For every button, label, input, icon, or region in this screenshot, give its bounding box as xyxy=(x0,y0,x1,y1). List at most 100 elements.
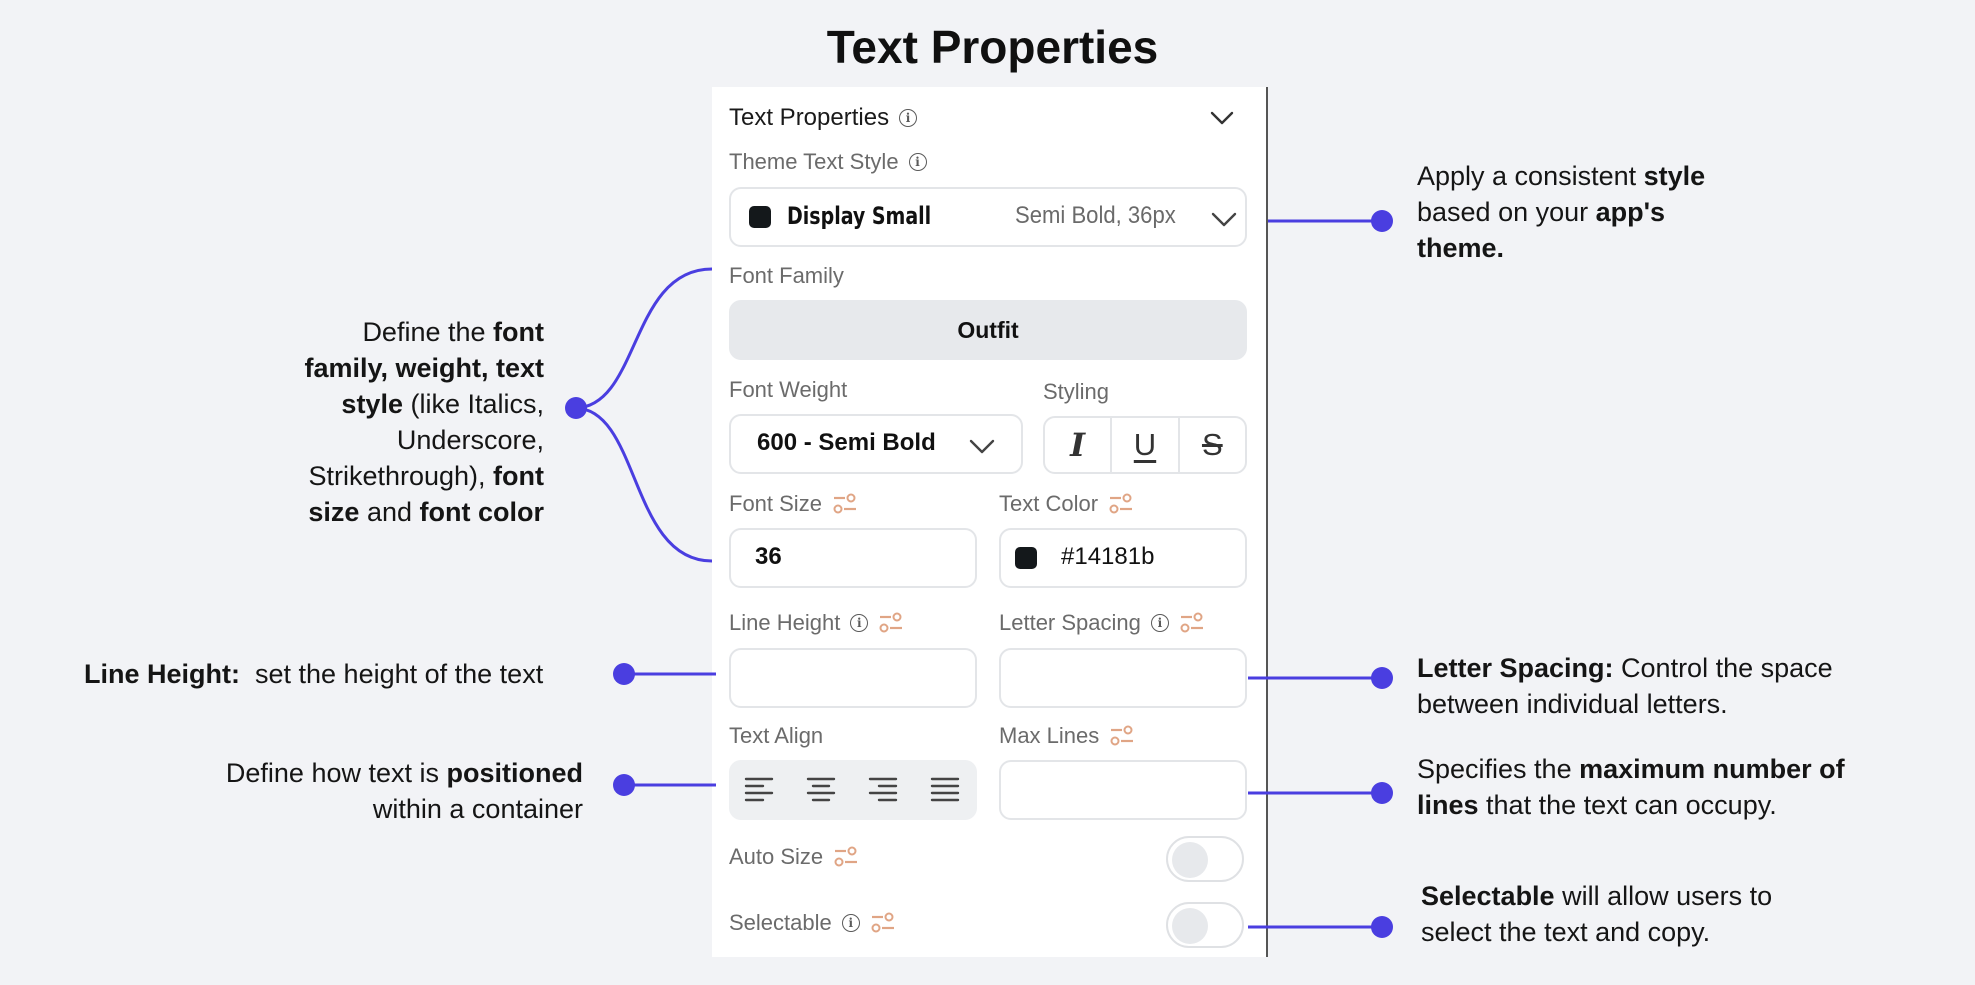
annotation-bold: lines xyxy=(1417,790,1479,820)
info-icon[interactable]: i xyxy=(850,614,869,632)
line-height-input[interactable] xyxy=(729,648,977,708)
annotation-text: Specifies the xyxy=(1417,754,1580,784)
font-weight-value: 600 - Semi Bold xyxy=(757,429,936,456)
annotation-text: Control the space xyxy=(1613,653,1833,683)
info-icon[interactable]: i xyxy=(1150,614,1169,632)
connector-dot-line-height xyxy=(613,663,635,685)
annotation-selectable: Selectable will allow users to select th… xyxy=(1421,878,1772,950)
chevron-down-icon xyxy=(969,439,995,454)
annotation-text: Define the xyxy=(362,317,494,347)
letter-spacing-input[interactable] xyxy=(999,648,1247,708)
annotation-text: between individual letters. xyxy=(1417,689,1728,719)
info-icon[interactable]: i xyxy=(899,109,918,127)
font-size-label-text: Font Size xyxy=(729,491,822,516)
toggle-knob xyxy=(1172,842,1208,878)
annotation-bold: maximum number of xyxy=(1579,754,1845,784)
line-height-label-text: Line Height xyxy=(729,610,841,635)
connector-dot-letter-spacing xyxy=(1371,667,1393,689)
align-justify-icon[interactable] xyxy=(929,774,961,806)
panel-header-title: Text Properties xyxy=(729,104,890,131)
annotation-text: set the height of the text xyxy=(240,659,544,689)
text-color-input[interactable]: #14181b xyxy=(999,528,1247,588)
connector-dot-selectable xyxy=(1371,916,1393,938)
info-icon[interactable]: i xyxy=(908,153,927,171)
align-left-icon[interactable] xyxy=(743,774,775,806)
connector-dot-align xyxy=(613,774,635,796)
annotation-bold: size xyxy=(308,497,360,527)
sliders-icon[interactable] xyxy=(1109,725,1135,747)
italic-button[interactable]: I xyxy=(1045,418,1113,472)
connector-font-upper xyxy=(575,267,713,410)
annotation-bold: Line Height: xyxy=(84,659,240,689)
connector-dot-theme xyxy=(1371,210,1393,232)
text-color-label-text: Text Color xyxy=(999,491,1099,516)
chevron-down-icon[interactable] xyxy=(1207,103,1237,133)
annotation-text: Strikethrough), xyxy=(308,461,494,491)
theme-style-name: Display Small xyxy=(787,202,932,230)
max-lines-label: Max Lines xyxy=(999,723,1135,749)
annotation-max-lines: Specifies the maximum number of lines th… xyxy=(1417,751,1845,823)
theme-text-style-label-text: Theme Text Style xyxy=(729,149,899,174)
annotation-text: select the text and copy. xyxy=(1421,917,1711,947)
annotation-bold: font xyxy=(493,317,544,347)
align-right-icon[interactable] xyxy=(867,774,899,806)
annotation-text: Underscore, xyxy=(396,425,544,455)
font-size-input[interactable]: 36 xyxy=(729,528,977,588)
styling-group: I U S xyxy=(1043,416,1247,474)
sliders-icon[interactable] xyxy=(832,493,858,515)
theme-swatch xyxy=(749,206,771,228)
sliders-icon[interactable] xyxy=(833,846,859,868)
annotation-bold: family, weight, text xyxy=(304,353,544,383)
text-properties-panel: Text Properties i Theme Text Style i Dis… xyxy=(712,87,1268,957)
annotation-bold: positioned xyxy=(446,758,584,788)
annotation-text: based on your xyxy=(1417,197,1596,227)
styling-label: Styling xyxy=(1043,379,1110,404)
theme-text-style-label: Theme Text Style i xyxy=(729,149,927,175)
sliders-icon[interactable] xyxy=(870,912,896,934)
sliders-icon[interactable] xyxy=(1179,612,1205,634)
info-icon[interactable]: i xyxy=(841,914,860,932)
strikethrough-button[interactable]: S xyxy=(1180,418,1245,472)
annotation-text: Apply a consistent xyxy=(1417,161,1644,191)
letter-spacing-label: Letter Spacing i xyxy=(999,610,1205,636)
annotation-text: within a container xyxy=(372,794,583,824)
max-lines-input[interactable] xyxy=(999,760,1247,820)
sliders-icon[interactable] xyxy=(1108,493,1134,515)
annotation-text: will allow users to xyxy=(1554,881,1773,911)
theme-style-detail: Semi Bold, 36px xyxy=(1015,202,1176,229)
annotation-align: Define how text is positioned within a c… xyxy=(150,755,583,827)
auto-size-label: Auto Size xyxy=(729,844,859,870)
underline-button[interactable]: U xyxy=(1112,418,1180,472)
annotation-theme: Apply a consistent style based on your a… xyxy=(1417,158,1705,266)
connector-dot-font xyxy=(565,397,587,419)
sliders-icon[interactable] xyxy=(878,612,904,634)
auto-size-toggle[interactable] xyxy=(1166,836,1244,882)
font-weight-select[interactable]: 600 - Semi Bold xyxy=(729,414,1023,474)
annotation-bold: style xyxy=(341,389,403,419)
annotation-bold: Selectable xyxy=(1421,881,1555,911)
max-lines-label-text: Max Lines xyxy=(999,723,1100,748)
page-title: Text Properties xyxy=(826,21,1159,73)
font-family-label: Font Family xyxy=(729,263,844,288)
text-align-group xyxy=(729,760,977,820)
auto-size-label-text: Auto Size xyxy=(729,844,824,869)
selectable-label-text: Selectable xyxy=(729,910,832,935)
theme-text-style-select[interactable]: Display Small Semi Bold, 36px xyxy=(729,187,1247,247)
text-align-label: Text Align xyxy=(729,723,824,748)
panel-header[interactable]: Text Properties i xyxy=(729,101,1249,135)
annotation-text: Define how text is xyxy=(225,758,447,788)
letter-spacing-label-text: Letter Spacing xyxy=(999,610,1141,635)
annotation-bold: font xyxy=(493,461,544,491)
annotation-bold: theme. xyxy=(1417,233,1505,263)
annotation-bold: Letter Spacing: xyxy=(1417,653,1614,683)
font-weight-label: Font Weight xyxy=(729,377,848,402)
text-color-swatch[interactable] xyxy=(1015,547,1037,569)
annotation-text: that the text can occupy. xyxy=(1478,790,1777,820)
toggle-knob xyxy=(1172,908,1208,944)
align-center-icon[interactable] xyxy=(805,774,837,806)
line-height-label: Line Height i xyxy=(729,610,904,636)
selectable-toggle[interactable] xyxy=(1166,902,1244,948)
font-family-select[interactable]: Outfit xyxy=(729,300,1247,360)
annotation-letter-spacing: Letter Spacing: Control the space betwee… xyxy=(1417,650,1833,722)
chevron-down-icon xyxy=(1211,212,1237,227)
